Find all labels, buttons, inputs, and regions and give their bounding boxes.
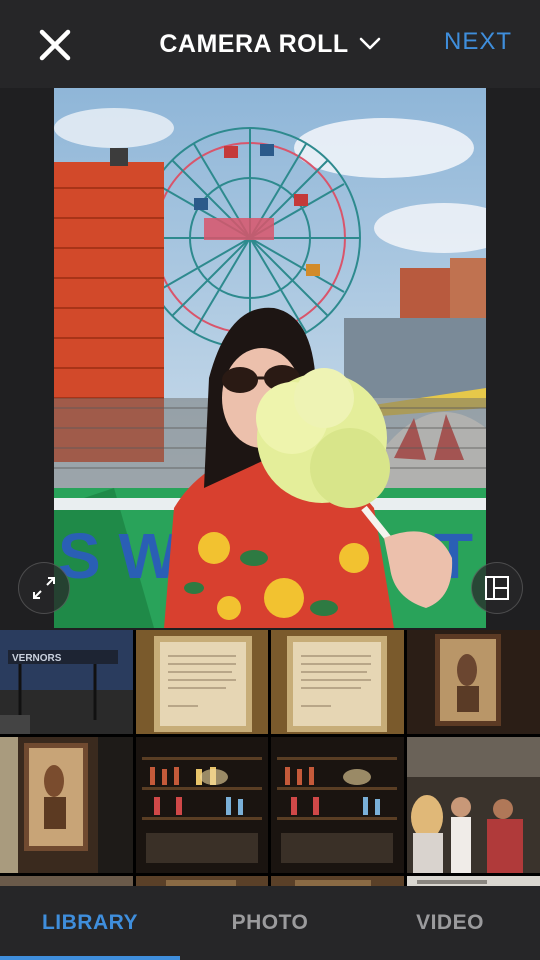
thumbnail-9[interactable] (0, 876, 133, 886)
camera-roll-dropdown[interactable]: CAMERA ROLL (159, 30, 380, 59)
thumbnail-12[interactable] (407, 876, 540, 886)
thumbnail-2[interactable] (136, 630, 268, 734)
page-title: CAMERA ROLL (159, 29, 349, 58)
photo-grid: VERNORS (0, 630, 540, 886)
layout-button[interactable] (471, 562, 523, 614)
thumbnail-7[interactable] (271, 737, 404, 873)
thumbnail-5[interactable] (0, 737, 133, 873)
tab-video[interactable]: VIDEO (360, 886, 540, 960)
thumbnail-3[interactable] (271, 630, 404, 734)
svg-text:S W: S W (58, 520, 179, 592)
selected-photo[interactable]: S W T (54, 88, 486, 628)
chevron-down-icon (359, 37, 380, 50)
camera-roll-screen: CAMERA ROLL NEXT S W T VERNORS LIBRARY P… (0, 0, 540, 960)
next-button[interactable]: NEXT (444, 28, 512, 56)
close-button[interactable] (32, 22, 78, 68)
expand-icon (33, 577, 55, 599)
thumbnail-8[interactable] (407, 737, 540, 873)
active-tab-indicator (0, 956, 180, 960)
tab-library[interactable]: LIBRARY (0, 886, 180, 960)
tab-photo[interactable]: PHOTO (180, 886, 360, 960)
photo-image: S W T (54, 88, 486, 628)
close-icon (39, 29, 71, 61)
svg-text:VERNORS: VERNORS (12, 653, 62, 664)
thumbnail-11[interactable] (271, 876, 404, 886)
top-bar: CAMERA ROLL NEXT (0, 0, 540, 89)
thumbnail-4[interactable] (407, 630, 540, 734)
thumbnail-6[interactable] (136, 737, 268, 873)
bottom-tab-bar: LIBRARY PHOTO VIDEO (0, 886, 540, 960)
expand-button[interactable] (18, 562, 70, 614)
thumbnail-1[interactable]: VERNORS (0, 630, 133, 734)
thumbnail-10[interactable] (136, 876, 268, 886)
layout-icon (485, 576, 509, 600)
photo-preview: S W T (0, 88, 540, 628)
